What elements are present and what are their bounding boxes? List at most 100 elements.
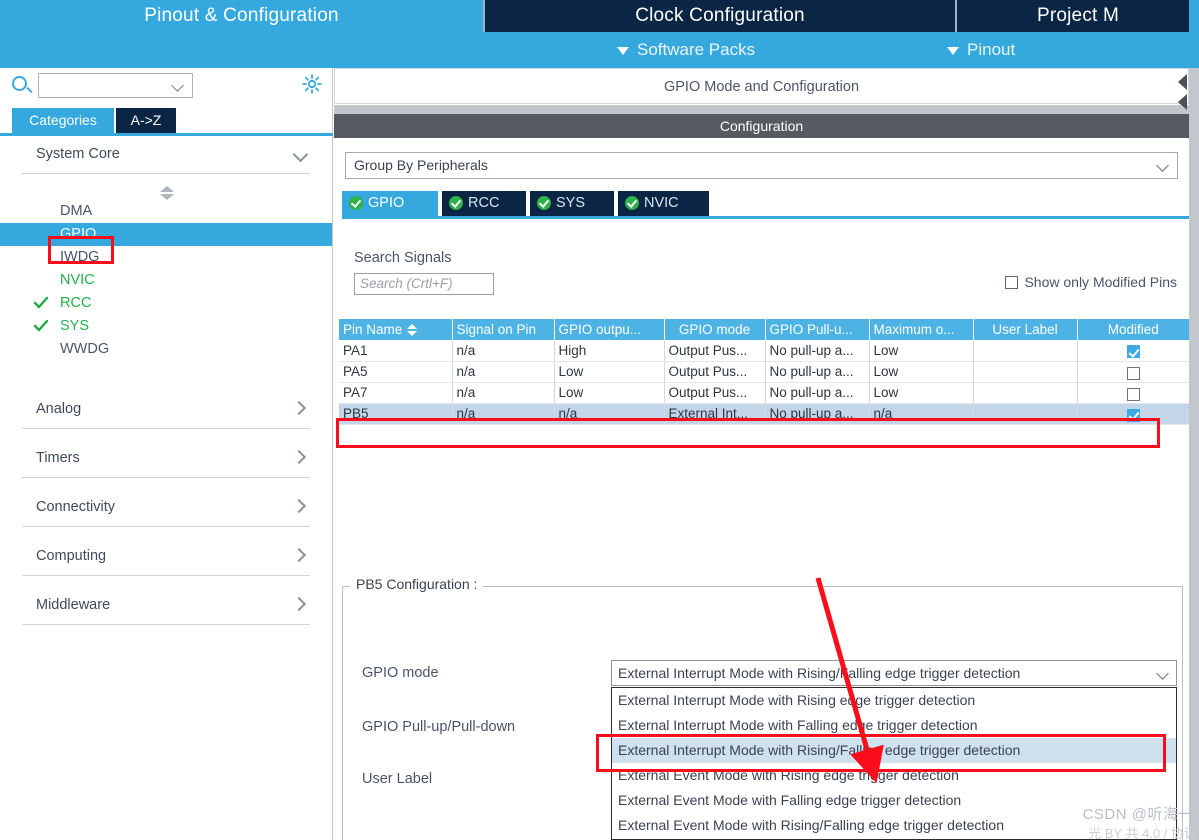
watermark-text: CSDN @听海一 [1082, 806, 1194, 823]
peripheral-sys-label: SYS [60, 318, 90, 334]
column-header-gpio-output[interactable]: GPIO outpu... [554, 319, 665, 340]
menu-pinout[interactable]: Pinout [947, 32, 1015, 68]
chevron-down-icon [947, 46, 959, 55]
gpio-mode-label: GPIO mode [362, 665, 439, 681]
table-row[interactable]: PA1 n/a High Output Pus... No pull-up a.… [339, 340, 1190, 362]
tab-categories[interactable]: Categories [12, 108, 114, 133]
right-edge-strip [1189, 68, 1199, 840]
column-header-signal-on-pin[interactable]: Signal on Pin [452, 319, 555, 340]
chevron-right-icon [291, 596, 307, 612]
column-header-modified[interactable]: Modified [1077, 319, 1189, 340]
checkbox-checked-icon [1126, 345, 1140, 359]
category-computing[interactable]: Computing [22, 538, 310, 576]
gpio-mode-value: External Interrupt Mode with Rising/Fall… [618, 665, 1021, 681]
cell-pin-name: PA5 [339, 361, 453, 383]
cell-pin-name: PA1 [339, 340, 453, 362]
gpio-mode-select[interactable]: External Interrupt Mode with Rising/Fall… [611, 660, 1177, 686]
tab-project-manager[interactable]: Project M [957, 0, 1199, 32]
peripheral-wwdg[interactable]: WWDG [0, 338, 332, 361]
category-computing-label: Computing [36, 548, 107, 564]
dropdown-option[interactable]: External Interrupt Mode with Falling edg… [612, 713, 1176, 738]
column-header-gpio-pull-up[interactable]: GPIO Pull-u... [765, 319, 870, 340]
peripheral-iwdg[interactable]: IWDG [0, 246, 332, 269]
panel-title: GPIO Mode and Configuration [334, 68, 1189, 104]
tab-a-to-z[interactable]: A->Z [116, 108, 176, 133]
search-icon [12, 76, 27, 91]
category-system-core[interactable]: System Core [22, 136, 310, 174]
cell-user-label [973, 340, 1078, 362]
cell-maximum-output: Low [869, 382, 974, 404]
cell-modified[interactable] [1077, 382, 1190, 404]
cell-modified[interactable] [1077, 403, 1190, 425]
tab-clock-configuration[interactable]: Clock Configuration [485, 0, 957, 32]
peripheral-iwdg-label: IWDG [60, 249, 100, 265]
dropdown-option[interactable]: External Event Mode with Rising edge tri… [612, 763, 1176, 788]
check-circle-icon [625, 196, 639, 210]
column-header-user-label[interactable]: User Label [973, 319, 1078, 340]
peripheral-rcc-label: RCC [60, 295, 92, 311]
category-analog-label: Analog [36, 401, 82, 417]
collapse-right-arrow-icon[interactable] [1178, 94, 1187, 110]
category-timers-label: Timers [36, 450, 80, 466]
gear-icon[interactable] [302, 74, 322, 94]
check-icon [33, 318, 49, 332]
collapse-left-arrow-icon[interactable] [1178, 74, 1187, 90]
tab-categories-label: Categories [29, 112, 97, 128]
cell-modified[interactable] [1077, 361, 1190, 383]
category-connectivity[interactable]: Connectivity [22, 489, 310, 527]
category-system-core-label: System Core [36, 146, 120, 162]
sidebar-view-tabs: Categories A->Z [0, 108, 333, 133]
chevron-right-icon [291, 498, 307, 514]
ptab-gpio[interactable]: GPIO [342, 191, 440, 216]
cell-signal-on-pin: n/a [452, 382, 555, 404]
table-row[interactable]: PA7 n/a Low Output Pus... No pull-up a..… [339, 382, 1190, 404]
show-only-modified-pins-label: Show only Modified Pins [1024, 274, 1177, 290]
category-middleware-label: Middleware [36, 597, 111, 613]
cell-gpio-mode: Output Pus... [664, 361, 766, 383]
column-header-pin-name[interactable]: Pin Name [339, 319, 453, 340]
cell-gpio-pull-up: No pull-up a... [765, 382, 870, 404]
cell-pin-name: PA7 [339, 382, 453, 404]
secondary-toolbar: Software Packs Pinout [0, 32, 1199, 68]
cell-gpio-mode: Output Pus... [664, 340, 766, 362]
cell-maximum-output: Low [869, 361, 974, 383]
chevron-down-icon [292, 146, 309, 163]
menu-software-packs[interactable]: Software Packs [617, 32, 755, 68]
cell-gpio-output: High [554, 340, 665, 362]
table-row[interactable]: PB5 n/a n/a External Int... No pull-up a… [339, 403, 1190, 425]
user-label-label: User Label [362, 771, 433, 787]
cell-modified[interactable] [1077, 340, 1190, 362]
column-header-maximum-output[interactable]: Maximum o... [869, 319, 974, 340]
table-header-row: Pin Name Signal on Pin GPIO outpu... GPI… [339, 319, 1189, 340]
tab-a-to-z-label: A->Z [130, 112, 162, 128]
ptab-nvic[interactable]: NVIC [618, 191, 711, 216]
cell-signal-on-pin: n/a [452, 340, 555, 362]
peripheral-rcc[interactable]: RCC [0, 292, 332, 315]
category-analog[interactable]: Analog [22, 391, 310, 429]
search-signals-input[interactable]: Search (Crtl+F) [354, 273, 494, 295]
sort-arrow-icon [407, 324, 418, 336]
column-header-gpio-mode[interactable]: GPIO mode [664, 319, 766, 340]
peripheral-dma[interactable]: DMA [0, 200, 332, 223]
peripheral-nvic[interactable]: NVIC [0, 269, 332, 292]
ptab-sys[interactable]: SYS [530, 191, 616, 216]
table-row[interactable]: PA5 n/a Low Output Pus... No pull-up a..… [339, 361, 1190, 383]
peripheral-gpio[interactable]: GPIO [0, 223, 332, 246]
cell-gpio-pull-up: No pull-up a... [765, 340, 870, 362]
chevron-right-icon [291, 547, 307, 563]
category-timers[interactable]: Timers [22, 440, 310, 478]
category-middleware[interactable]: Middleware [22, 587, 310, 625]
checkbox-icon [1126, 387, 1140, 401]
chevron-right-icon [291, 400, 307, 416]
stm32cubemx-window: Pinout & Configuration Clock Configurati… [0, 0, 1199, 840]
chevron-down-icon [171, 79, 184, 92]
peripheral-sys[interactable]: SYS [0, 315, 332, 338]
cell-gpio-mode: External Int... [664, 403, 766, 425]
ptab-rcc[interactable]: RCC [442, 191, 528, 216]
group-by-select[interactable]: Group By Peripherals [345, 152, 1178, 179]
show-only-modified-pins-checkbox[interactable]: Show only Modified Pins [1005, 274, 1177, 290]
tab-pinout-configuration[interactable]: Pinout & Configuration [0, 0, 485, 32]
sidebar-search-combo[interactable] [38, 73, 193, 98]
dropdown-option-selected[interactable]: External Interrupt Mode with Rising/Fall… [612, 738, 1176, 763]
dropdown-option[interactable]: External Interrupt Mode with Rising edge… [612, 688, 1176, 713]
